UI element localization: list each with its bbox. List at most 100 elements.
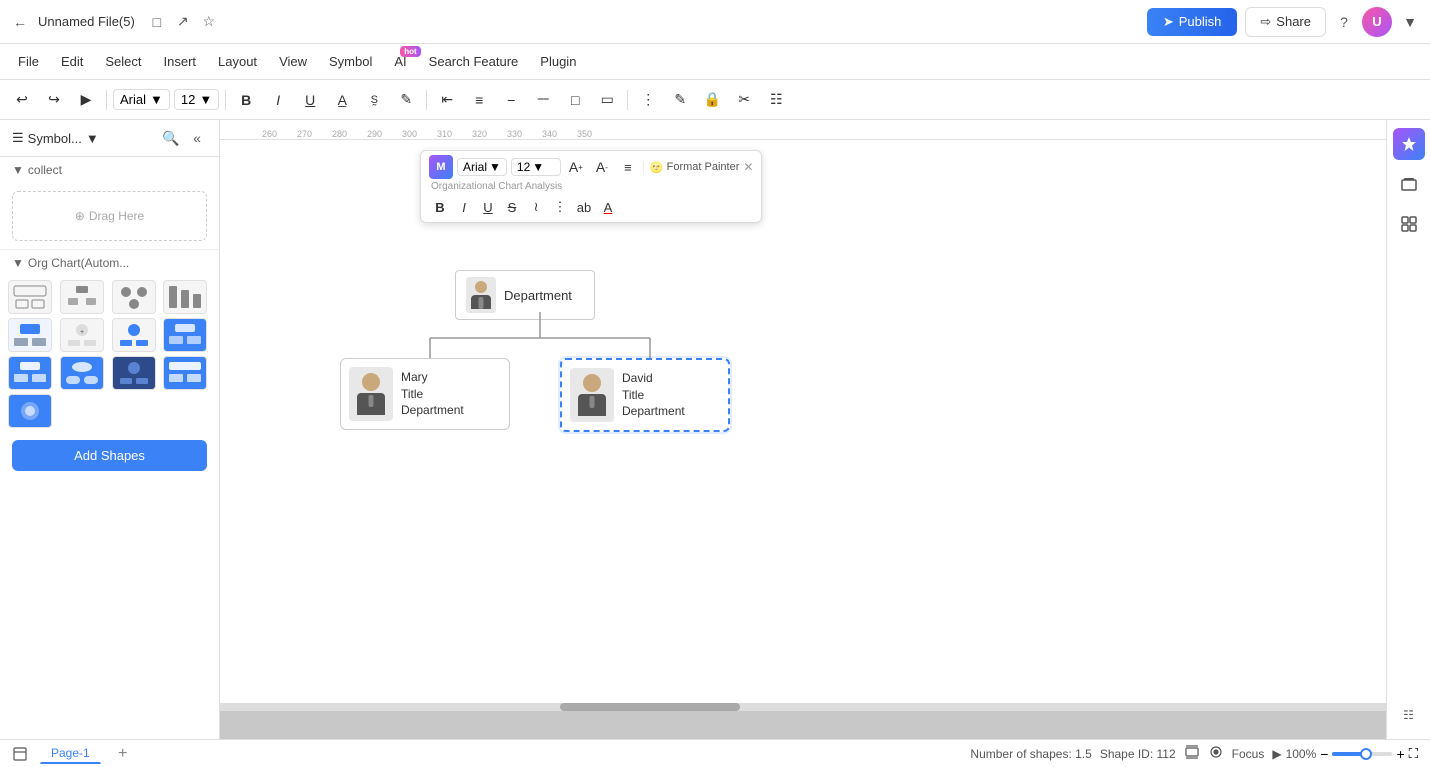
shape-thumb-12[interactable] [163, 356, 207, 390]
float-format-toolbar: M Arial ▼ 12 ▼ A+ A- ≡ [420, 150, 762, 223]
chevron-down-icon: ▼ [489, 160, 501, 174]
add-page-button[interactable]: + [113, 744, 133, 764]
share-button[interactable]: ⇨ Share [1245, 7, 1326, 37]
menu-file[interactable]: File [8, 50, 49, 73]
shapes-count: Number of shapes: 1.5 [970, 747, 1091, 761]
float-unordered-list-button[interactable]: ⋮ [549, 196, 571, 218]
avatar[interactable]: U [1362, 7, 1392, 37]
sidebar-title: ☰ Symbol... ▼ [12, 130, 99, 146]
zoom-out-button[interactable]: − [1320, 746, 1328, 762]
shape-thumb-9[interactable] [8, 356, 52, 390]
shape-thumb-13[interactable] [8, 394, 52, 428]
align-center-button[interactable]: ≡ [465, 86, 493, 114]
float-bold-button[interactable]: B [429, 196, 451, 218]
shape-thumb-2[interactable] [60, 280, 104, 314]
float-italic-button[interactable]: I [453, 196, 475, 218]
org-child-david[interactable]: David Title Department [560, 358, 730, 432]
edit-mode-button[interactable]: ✎ [666, 86, 694, 114]
float-decrease-font-button[interactable]: A- [591, 156, 613, 178]
scrollbar-thumb[interactable] [560, 703, 740, 711]
shape-thumb-11[interactable] [112, 356, 156, 390]
dept-node-box[interactable]: Department [455, 270, 595, 320]
shape-button[interactable]: □ [561, 86, 589, 114]
menu-search-feature[interactable]: Search Feature [419, 50, 529, 73]
shape2-button[interactable]: ▭ [593, 86, 621, 114]
menu-symbol[interactable]: Symbol [319, 50, 382, 73]
shape-thumb-4[interactable] [163, 280, 207, 314]
canvas-area[interactable]: M Arial ▼ 12 ▼ A+ A- ≡ [220, 140, 1386, 739]
org-child-mary[interactable]: Mary Title Department [340, 358, 510, 430]
float-font-family-select[interactable]: Arial ▼ [457, 158, 507, 176]
strikethrough-button[interactable]: S̰ [360, 86, 388, 114]
redo-button[interactable]: ↪ [40, 86, 68, 114]
zoom-slider[interactable] [1332, 752, 1392, 756]
float-increase-font-button[interactable]: A+ [565, 156, 587, 178]
undo-button[interactable]: ↩ [8, 86, 36, 114]
menu-view[interactable]: View [269, 50, 317, 73]
line-style-button[interactable]: ⎯ [497, 86, 525, 114]
search-icon[interactable]: 🔍 [161, 128, 181, 148]
line-style2-button[interactable]: ⎯⎯ [529, 86, 557, 114]
float-code-button[interactable]: ab [573, 196, 595, 218]
separator-1 [106, 90, 107, 110]
grid-panel-button[interactable] [1393, 208, 1425, 240]
menu-select[interactable]: Select [95, 50, 151, 73]
shape-thumb-8[interactable] [163, 318, 207, 352]
ai-panel-button[interactable] [1393, 128, 1425, 160]
drag-here-area[interactable]: ⊕ Drag Here [12, 191, 207, 241]
shape-thumb-5[interactable] [8, 318, 52, 352]
font-size-select[interactable]: 12 ▼ [174, 89, 219, 110]
separator-3 [426, 90, 427, 110]
collapse-icon[interactable]: « [187, 128, 207, 148]
pointer-button[interactable]: ▶ [72, 86, 100, 114]
save-icon[interactable]: □ [147, 12, 167, 32]
publish-button[interactable]: ➤ Publish [1147, 8, 1238, 36]
dropdown-icon[interactable]: ▼ [1400, 12, 1420, 32]
font-color-button[interactable]: A̲ [328, 86, 356, 114]
float-font-size-select[interactable]: 12 ▼ [511, 158, 561, 176]
lock-button[interactable]: 🔒 [698, 86, 726, 114]
shape-thumb-7[interactable] [112, 318, 156, 352]
float-ordered-list-button[interactable]: ≀ [525, 196, 547, 218]
menu-layout[interactable]: Layout [208, 50, 267, 73]
horizontal-scrollbar[interactable] [220, 703, 1386, 711]
page-tab-1[interactable]: Page-1 [40, 743, 101, 764]
menu-insert[interactable]: Insert [154, 50, 207, 73]
hot-badge: hot [400, 46, 420, 57]
align-left-button[interactable]: ⇤ [433, 86, 461, 114]
shape-thumb-10[interactable] [60, 356, 104, 390]
play-icon[interactable]: ▶ [1272, 747, 1281, 761]
more-tools-button[interactable]: ⋮ [634, 86, 662, 114]
format-painter-button[interactable]: 🌝 Format Painter [643, 161, 739, 174]
shape-thumb-3[interactable] [112, 280, 156, 314]
layout-options-button[interactable]: ☷ [1393, 699, 1425, 731]
float-align-button[interactable]: ≡ [617, 156, 639, 178]
add-shapes-button[interactable]: Add Shapes [12, 440, 207, 471]
fullscreen-button[interactable]: ⛶ [1409, 746, 1418, 762]
underline-button[interactable]: U [296, 86, 324, 114]
zoom-in-button[interactable]: + [1396, 746, 1404, 762]
cut-button[interactable]: ✂ [730, 86, 758, 114]
star-icon[interactable]: ☆ [199, 12, 219, 32]
menu-ai[interactable]: AI hot [384, 50, 416, 73]
help-icon[interactable]: ? [1334, 12, 1354, 32]
shape-thumb-6[interactable]: + [60, 318, 104, 352]
menu-edit[interactable]: Edit [51, 50, 93, 73]
italic-button[interactable]: I [264, 86, 292, 114]
font-family-select[interactable]: Arial ▼ [113, 89, 170, 110]
focus-icon[interactable] [1208, 744, 1224, 763]
external-icon[interactable]: ↗ [173, 12, 193, 32]
shape-thumb-1[interactable] [8, 280, 52, 314]
highlight-button[interactable]: ✎ [392, 86, 420, 114]
float-underline-button[interactable]: U [477, 196, 499, 218]
layers-icon[interactable] [1184, 744, 1200, 763]
menu-plugin[interactable]: Plugin [530, 50, 586, 73]
layers-panel-button[interactable] [1393, 168, 1425, 200]
bold-button[interactable]: B [232, 86, 260, 114]
float-toolbar-close[interactable]: ✕ [743, 160, 753, 174]
horizontal-ruler: 260 270 280 290 300 310 320 330 340 350 [220, 120, 1386, 140]
back-icon[interactable]: ← [10, 12, 30, 32]
table-button[interactable]: ☷ [762, 86, 790, 114]
float-strikethrough-button[interactable]: S [501, 196, 523, 218]
float-font-color-button[interactable]: A [597, 196, 619, 218]
